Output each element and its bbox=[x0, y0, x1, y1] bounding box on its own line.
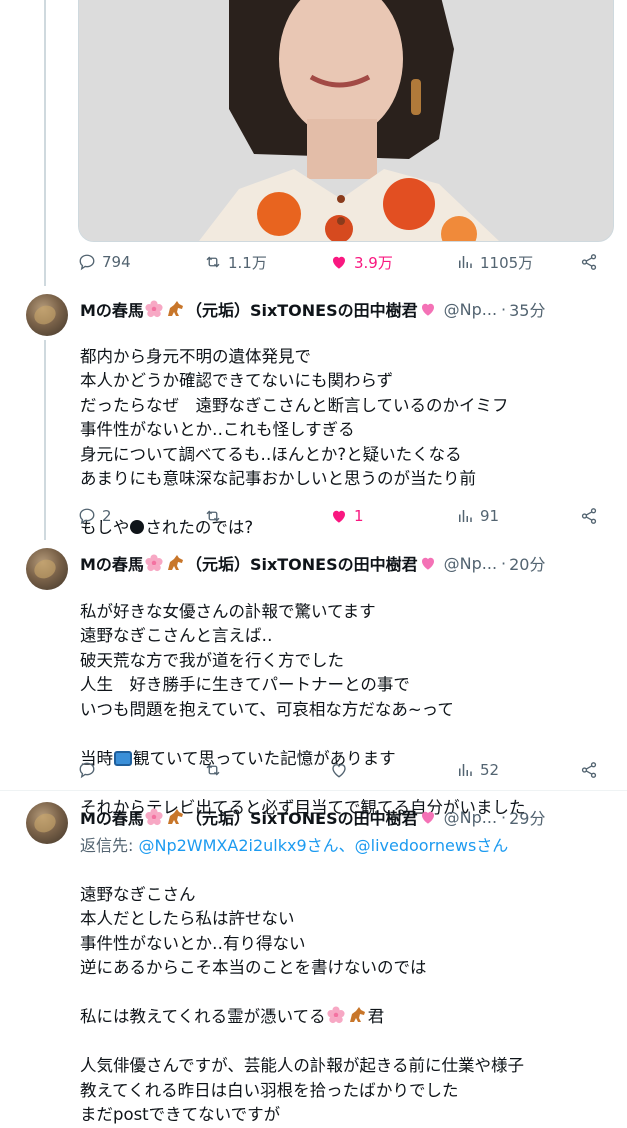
handle[interactable]: @Np... bbox=[444, 300, 497, 319]
timestamp[interactable]: 35分 bbox=[509, 297, 545, 321]
share-icon bbox=[581, 254, 597, 270]
replying-to-users[interactable]: @Np2WMXA2i2ulkx9さん、@livedoornewsさん bbox=[139, 836, 509, 855]
thread-line bbox=[44, 340, 46, 540]
top-post-actions: 794 1.1万 3.9万 1105万 bbox=[78, 250, 608, 274]
tweet-text: 遠野なぎこさん 本人だとしたら私は許せない 事件性がないとか‥有り得ない 逆にあ… bbox=[80, 858, 617, 1128]
display-name-suffix: （元垢）SixTONESの田中樹君 bbox=[185, 809, 418, 828]
like-button[interactable]: 3.9万 bbox=[330, 250, 393, 274]
display-name-suffix: （元垢）SixTONESの田中樹君 bbox=[185, 555, 418, 574]
share-button[interactable] bbox=[580, 504, 598, 528]
avatar[interactable] bbox=[26, 802, 68, 844]
cherry-blossom-icon bbox=[327, 1006, 345, 1024]
timestamp[interactable]: 29分 bbox=[509, 805, 545, 829]
display-name[interactable]: Mの春馬 （元垢）SixTONESの田中樹君 bbox=[80, 551, 438, 575]
tweet-divider bbox=[0, 790, 627, 791]
repost-button[interactable] bbox=[204, 504, 222, 528]
tweet-actions: 2 1 91 bbox=[78, 504, 608, 528]
pink-heart-icon bbox=[421, 811, 434, 824]
display-name[interactable]: Mの春馬 （元垢）SixTONESの田中樹君 bbox=[80, 805, 438, 829]
tweet-text-a: 私が好きな女優さんの訃報で驚いてます 遠野なぎこさんと言えば‥ 破天荒な方で我が… bbox=[80, 601, 454, 719]
views-button[interactable]: 1105万 bbox=[456, 250, 533, 274]
replying-to-label: 返信先: bbox=[80, 836, 134, 855]
like-count: 3.9万 bbox=[354, 253, 393, 272]
share-button[interactable] bbox=[580, 250, 598, 274]
tweet-text-b-pre: 私には教えてくれる霊が憑いてる bbox=[80, 1007, 326, 1026]
horse-icon bbox=[167, 555, 183, 570]
tweet-header: Mの春馬 （元垢）SixTONESの田中樹君 @Np... · 29分 bbox=[80, 805, 609, 829]
horse-icon bbox=[167, 301, 183, 316]
thread-line bbox=[44, 0, 46, 286]
tweet-actions: 52 bbox=[78, 758, 608, 782]
views-icon bbox=[459, 764, 472, 776]
display-name-text: Mの春馬 bbox=[80, 555, 144, 574]
like-count: 1 bbox=[354, 507, 364, 525]
reply-icon bbox=[79, 762, 95, 779]
tweet-header: Mの春馬 （元垢）SixTONESの田中樹君 @Np... · 20分 bbox=[80, 551, 609, 575]
tweet-text-main: 都内から身元不明の遺体発見で 本人かどうか確認できてないにも関わらず だったらな… bbox=[80, 346, 509, 489]
pink-heart-icon bbox=[421, 303, 434, 316]
display-name-text: Mの春馬 bbox=[80, 301, 144, 320]
repost-icon bbox=[206, 256, 220, 268]
repost-button[interactable]: 1.1万 bbox=[204, 250, 267, 274]
tweet-header: Mの春馬 （元垢）SixTONESの田中樹君 @Np... · 35分 bbox=[80, 297, 609, 321]
separator-dot: · bbox=[501, 807, 507, 827]
cherry-blossom-icon bbox=[145, 554, 163, 572]
repost-icon bbox=[206, 764, 220, 776]
share-icon bbox=[581, 762, 597, 778]
avatar[interactable] bbox=[26, 294, 68, 336]
views-count: 52 bbox=[480, 761, 500, 779]
cherry-blossom-icon bbox=[145, 300, 163, 318]
reply-count: 2 bbox=[102, 507, 112, 525]
views-button[interactable]: 52 bbox=[456, 758, 499, 782]
separator-dot: · bbox=[501, 553, 507, 573]
pink-heart-icon bbox=[421, 557, 434, 570]
heart-filled-icon bbox=[333, 256, 345, 269]
share-icon bbox=[581, 508, 597, 524]
views-count: 91 bbox=[480, 507, 500, 525]
views-icon bbox=[459, 510, 472, 522]
display-name[interactable]: Mの春馬 （元垢）SixTONESの田中樹君 bbox=[80, 297, 438, 321]
share-button[interactable] bbox=[580, 758, 598, 782]
avatar[interactable] bbox=[26, 548, 68, 590]
separator-dot: · bbox=[501, 299, 507, 319]
horse-icon bbox=[349, 1007, 365, 1022]
reply-button[interactable] bbox=[78, 758, 96, 782]
display-name-text: Mの春馬 bbox=[80, 809, 144, 828]
repost-count: 1.1万 bbox=[228, 253, 267, 272]
reply-icon bbox=[79, 254, 95, 271]
like-button[interactable] bbox=[330, 758, 348, 782]
replying-to: 返信先: @Np2WMXA2i2ulkx9さん、@livedoornewsさん bbox=[80, 832, 508, 856]
tweet-text-c: 人気俳優さんですが、芸能人の訃報が起きる前に仕業や様子 教えてくれる昨日は白い羽… bbox=[80, 1056, 525, 1124]
reply-count: 794 bbox=[102, 253, 131, 271]
repost-button[interactable] bbox=[204, 758, 222, 782]
like-button[interactable]: 1 bbox=[330, 504, 364, 528]
heart-filled-icon bbox=[333, 510, 345, 523]
post-photo-illustration bbox=[79, 0, 613, 241]
cherry-blossom-icon bbox=[145, 808, 163, 826]
heart-icon bbox=[332, 764, 346, 778]
reply-icon bbox=[79, 508, 95, 525]
tweet-text: 私が好きな女優さんの訃報で驚いてます 遠野なぎこさんと言えば‥ 破天荒な方で我が… bbox=[80, 575, 617, 820]
views-count: 1105万 bbox=[480, 253, 534, 272]
post-image[interactable] bbox=[78, 0, 614, 242]
tweet-text-b-post: 君 bbox=[367, 1007, 385, 1026]
views-icon bbox=[459, 256, 472, 268]
display-name-suffix: （元垢）SixTONESの田中樹君 bbox=[185, 301, 418, 320]
reply-button[interactable]: 2 bbox=[78, 504, 112, 528]
handle[interactable]: @Np... bbox=[444, 808, 497, 827]
tweet-text-a: 遠野なぎこさん 本人だとしたら私は許せない 事件性がないとか‥有り得ない 逆にあ… bbox=[80, 884, 427, 978]
views-button[interactable]: 91 bbox=[456, 504, 499, 528]
reply-button[interactable]: 794 bbox=[78, 250, 131, 274]
handle[interactable]: @Np... bbox=[444, 554, 497, 573]
horse-icon bbox=[167, 809, 183, 824]
timestamp[interactable]: 20分 bbox=[509, 551, 545, 575]
repost-icon bbox=[206, 510, 220, 522]
